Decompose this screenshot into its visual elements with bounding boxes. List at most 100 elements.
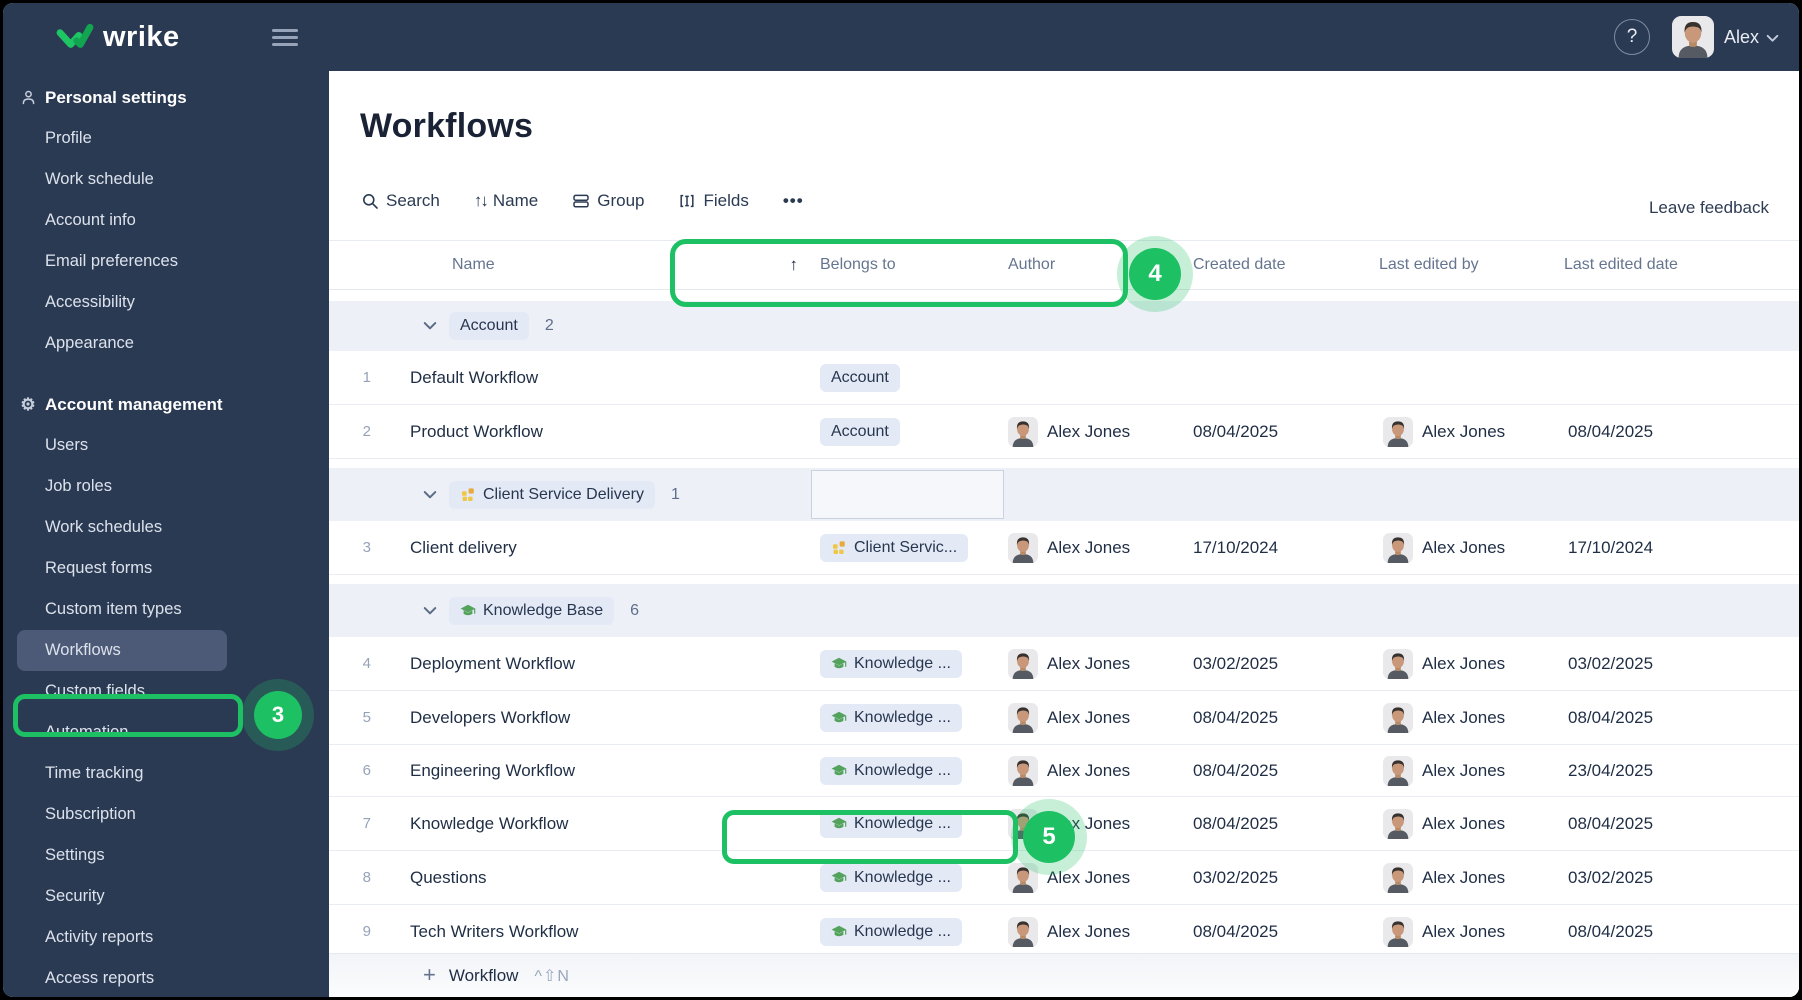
workflow-name[interactable]: Knowledge Workflow — [395, 814, 810, 834]
sidebar-item-custom-item-types[interactable]: Custom item types — [3, 589, 329, 630]
avatar — [1383, 917, 1413, 947]
group-gap — [329, 459, 1799, 468]
knowledge-base-icon — [831, 710, 847, 726]
sidebar-item-subscription[interactable]: Subscription — [3, 794, 329, 835]
workflow-name[interactable]: Deployment Workflow — [395, 654, 810, 674]
group-button[interactable]: Group — [572, 191, 644, 211]
sidebar-item-request-forms[interactable]: Request forms — [3, 548, 329, 589]
column-header-created-date[interactable]: Created date — [1193, 256, 1379, 274]
created-date: 08/04/2025 — [1193, 921, 1279, 941]
user-avatar[interactable] — [1672, 16, 1714, 58]
add-workflow-button[interactable]: + Workflow ^⇧N — [329, 953, 1799, 997]
table-row[interactable]: 4 Deployment Workflow Knowledge ... Alex… — [329, 637, 1799, 691]
workflow-name[interactable]: Developers Workflow — [395, 708, 810, 728]
sidebar-item-access-reports[interactable]: Access reports — [3, 958, 329, 997]
sort-arrows-icon: ↑↓ — [473, 191, 489, 210]
search-button[interactable]: Search — [361, 191, 440, 211]
space-icon — [460, 487, 476, 503]
sidebar-item-appearance[interactable]: Appearance — [3, 323, 329, 364]
column-header-belongs-to[interactable]: Belongs to — [820, 256, 1004, 274]
group-header-client-service-delivery: Client Service Delivery 1 — [329, 468, 1799, 521]
workflow-name[interactable]: Client delivery — [395, 538, 810, 558]
last-edited-date: 17/10/2024 — [1568, 537, 1654, 557]
hamburger-menu-icon[interactable] — [271, 25, 298, 50]
sidebar-item-workflows[interactable]: Workflows — [17, 630, 227, 671]
knowledge-base-icon — [831, 763, 847, 779]
avatar — [1383, 533, 1413, 563]
table-row[interactable]: 7 Knowledge Workflow Knowledge ... Alex … — [329, 797, 1799, 851]
sidebar-item-settings[interactable]: Settings — [3, 835, 329, 876]
knowledge-base-icon — [831, 870, 847, 886]
table-row-engineering-workflow[interactable]: 6 Engineering Workflow Knowledge ... Ale… — [329, 745, 1799, 797]
knowledge-base-icon — [460, 603, 476, 619]
workflow-name[interactable]: Default Workflow — [395, 368, 810, 388]
person-icon — [19, 89, 37, 107]
column-header-last-edited-by[interactable]: Last edited by — [1379, 256, 1564, 274]
sidebar-item-account-info[interactable]: Account info — [3, 200, 329, 241]
sidebar-item-accessibility[interactable]: Accessibility — [3, 282, 329, 323]
sidebar-item-security[interactable]: Security — [3, 876, 329, 917]
table-row[interactable]: 2 Product Workflow Account Alex Jones 08… — [329, 405, 1799, 459]
sidebar-item-activity-reports[interactable]: Activity reports — [3, 917, 329, 958]
chevron-down-icon[interactable] — [1766, 34, 1779, 43]
help-icon[interactable]: ? — [1613, 19, 1650, 55]
table-row[interactable]: 9 Tech Writers Workflow Knowledge ... Al… — [329, 905, 1799, 959]
fields-button[interactable]: Fields — [678, 191, 749, 211]
gear-icon: ⚙ — [20, 394, 36, 414]
table-row[interactable]: 8 Questions Knowledge ... Alex Jones 03/… — [329, 851, 1799, 905]
more-options-button[interactable]: ••• — [783, 191, 804, 211]
row-number: 3 — [362, 539, 371, 556]
last-edited-date: 08/04/2025 — [1568, 921, 1654, 941]
leave-feedback-link[interactable]: Leave feedback — [1649, 198, 1769, 218]
sidebar-item-work-schedules[interactable]: Work schedules — [3, 507, 329, 548]
avatar — [1008, 649, 1038, 679]
sidebar-section-account-management[interactable]: ⚙ Account management — [3, 384, 329, 425]
created-date: 08/04/2025 — [1193, 707, 1279, 727]
sidebar-item-job-roles[interactable]: Job roles — [3, 466, 329, 507]
chevron-down-icon[interactable] — [423, 490, 437, 500]
sidebar-item-automation[interactable]: Automation — [3, 712, 329, 753]
chevron-down-icon[interactable] — [423, 321, 437, 331]
wrike-logo-text: wrike — [103, 20, 180, 53]
belongs-chip: Knowledge ... — [820, 649, 962, 678]
chevron-down-icon[interactable] — [423, 606, 437, 616]
table-body: Account 2 1 Default Workflow Account 2 P… — [329, 301, 1799, 959]
sort-button[interactable]: ↑↓ Name — [474, 191, 538, 211]
keyboard-shortcut: ^⇧N — [534, 967, 570, 985]
sidebar-item-time-tracking[interactable]: Time tracking — [3, 753, 329, 794]
wrike-logo[interactable]: wrike — [55, 21, 180, 54]
group-count: 2 — [544, 317, 554, 334]
sidebar-item-email-preferences[interactable]: Email preferences — [3, 241, 329, 282]
table-row[interactable]: 3 Client delivery Client Servic... Alex … — [329, 521, 1799, 575]
sidebar-item-custom-fields[interactable]: Custom fields — [3, 671, 329, 712]
avatar — [1008, 533, 1038, 563]
belongs-chip: Knowledge ... — [820, 703, 962, 732]
table-header: Name ↑ Belongs to Author Created date La… — [329, 241, 1799, 290]
table-row[interactable]: 1 Default Workflow Account — [329, 351, 1799, 405]
focused-cell-outline — [811, 470, 1004, 519]
topbar-right: ? Alex — [1613, 16, 1779, 58]
sidebar-item-users[interactable]: Users — [3, 425, 329, 466]
workflow-name[interactable]: Engineering Workflow — [395, 761, 810, 781]
sort-ascending-icon[interactable]: ↑ — [790, 255, 799, 275]
sidebar-item-profile[interactable]: Profile — [3, 118, 329, 159]
row-number: 1 — [362, 369, 371, 386]
column-header-last-edited-date[interactable]: Last edited date — [1564, 256, 1799, 274]
table-row[interactable]: 5 Developers Workflow Knowledge ... Alex… — [329, 691, 1799, 745]
belongs-chip: Knowledge ... — [820, 863, 962, 892]
created-date: 03/02/2025 — [1193, 867, 1279, 887]
workflow-name[interactable]: Tech Writers Workflow — [395, 922, 810, 942]
avatar — [1383, 649, 1413, 679]
sidebar-item-work-schedule[interactable]: Work schedule — [3, 159, 329, 200]
column-header-author[interactable]: Author — [1008, 256, 1189, 274]
sidebar-section-personal-settings[interactable]: Personal settings — [3, 77, 329, 118]
last-edited-date: 08/04/2025 — [1568, 813, 1654, 833]
column-header-name[interactable]: Name — [452, 256, 495, 274]
workflow-name[interactable]: Product Workflow — [395, 422, 810, 442]
created-date: 17/10/2024 — [1193, 537, 1279, 557]
group-count: 1 — [670, 485, 680, 503]
workflow-name[interactable]: Questions — [395, 868, 810, 888]
user-name[interactable]: Alex — [1724, 27, 1759, 48]
wrike-app-window: wrike ? Alex Personal settings Profile W… — [3, 3, 1799, 997]
row-number: 5 — [362, 709, 371, 726]
